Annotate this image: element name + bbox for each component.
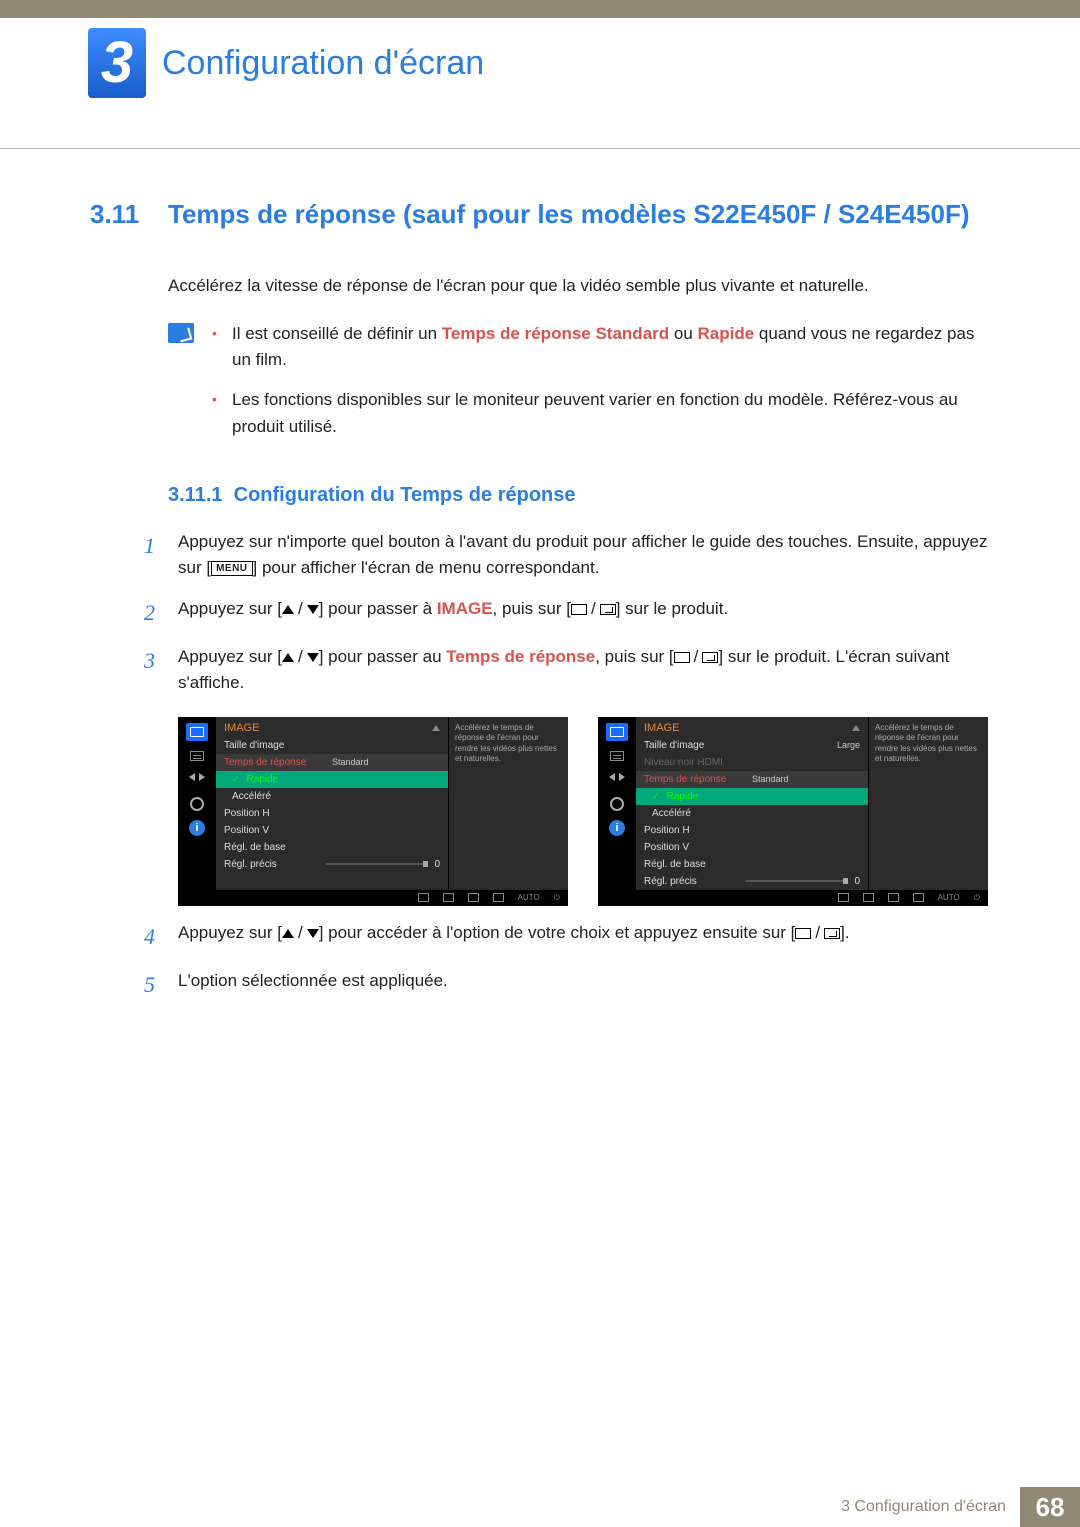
step-text: Appuyez sur [/] pour accéder à l'option … [178,920,850,954]
osd-panel-right: i IMAGE Taille d'imageLarge Niveau noir … [598,717,988,906]
monitor-icon [606,723,628,741]
nav-icon [913,893,924,902]
nav-icon [838,893,849,902]
up-arrow-icon [852,725,860,731]
chapter-header: 3 Configuration d'écran [0,18,1080,149]
power-icon: ⏻ [554,893,560,903]
select-enter-icon: / [674,644,719,670]
gear-icon [606,795,628,813]
step-text: Appuyez sur [/] pour passer à IMAGE, pui… [178,596,728,630]
osd-panel-left: i IMAGE Taille d'image Temps de réponseS… [178,717,568,906]
step-text: L'option sélectionnée est appliquée. [178,968,448,1002]
up-arrow-icon [432,725,440,731]
up-down-icon: / [282,920,319,946]
osd-screenshots: i IMAGE Taille d'image Temps de réponseS… [178,717,990,906]
select-enter-icon: / [571,596,616,622]
section-number: 3.11 [90,199,150,230]
osd-help-text: Accélérez le temps de réponse de l'écran… [448,717,568,890]
arrows-icon [606,771,628,789]
chapter-title: Configuration d'écran [162,28,484,83]
step-text: Appuyez sur n'importe quel bouton à l'av… [178,529,990,582]
list-icon [606,747,628,765]
nav-icon [418,893,429,902]
power-icon: ⏻ [974,893,980,903]
info-icon: i [606,819,628,837]
top-bar [0,0,1080,18]
footer-chapter: 3 Configuration d'écran [841,1498,1020,1516]
gear-icon [186,795,208,813]
section-heading: 3.11 Temps de réponse (sauf pour les mod… [90,199,990,230]
nav-icon [888,893,899,902]
menu-key-icon: MENU [211,561,252,576]
select-enter-icon: / [795,920,840,946]
list-icon [186,747,208,765]
step-number: 5 [144,968,164,1002]
step-number: 3 [144,644,164,697]
up-down-icon: / [282,596,319,622]
footer: 3 Configuration d'écran 68 [841,1487,1080,1527]
nav-icon [493,893,504,902]
nav-icon [443,893,454,902]
nav-icon [468,893,479,902]
note-icon [168,323,194,343]
monitor-icon [186,723,208,741]
section-intro: Accélérez la vitesse de réponse de l'écr… [168,274,990,299]
subsection-heading: 3.11.1 Configuration du Temps de réponse [168,484,990,507]
step-text: Appuyez sur [/] pour passer au Temps de … [178,644,990,697]
note-item: Il est conseillé de définir un Temps de … [212,321,990,374]
chapter-number-badge: 3 [88,28,146,98]
note-item: Les fonctions disponibles sur le moniteu… [212,387,990,440]
info-icon: i [186,819,208,837]
arrows-icon [186,771,208,789]
page-number: 68 [1020,1487,1080,1527]
section-title: Temps de réponse (sauf pour les modèles … [168,199,970,230]
osd-help-text: Accélérez le temps de réponse de l'écran… [868,717,988,890]
note-block: Il est conseillé de définir un Temps de … [168,321,990,454]
nav-icon [863,893,874,902]
step-number: 2 [144,596,164,630]
step-number: 1 [144,529,164,582]
step-number: 4 [144,920,164,954]
up-down-icon: / [282,644,319,670]
